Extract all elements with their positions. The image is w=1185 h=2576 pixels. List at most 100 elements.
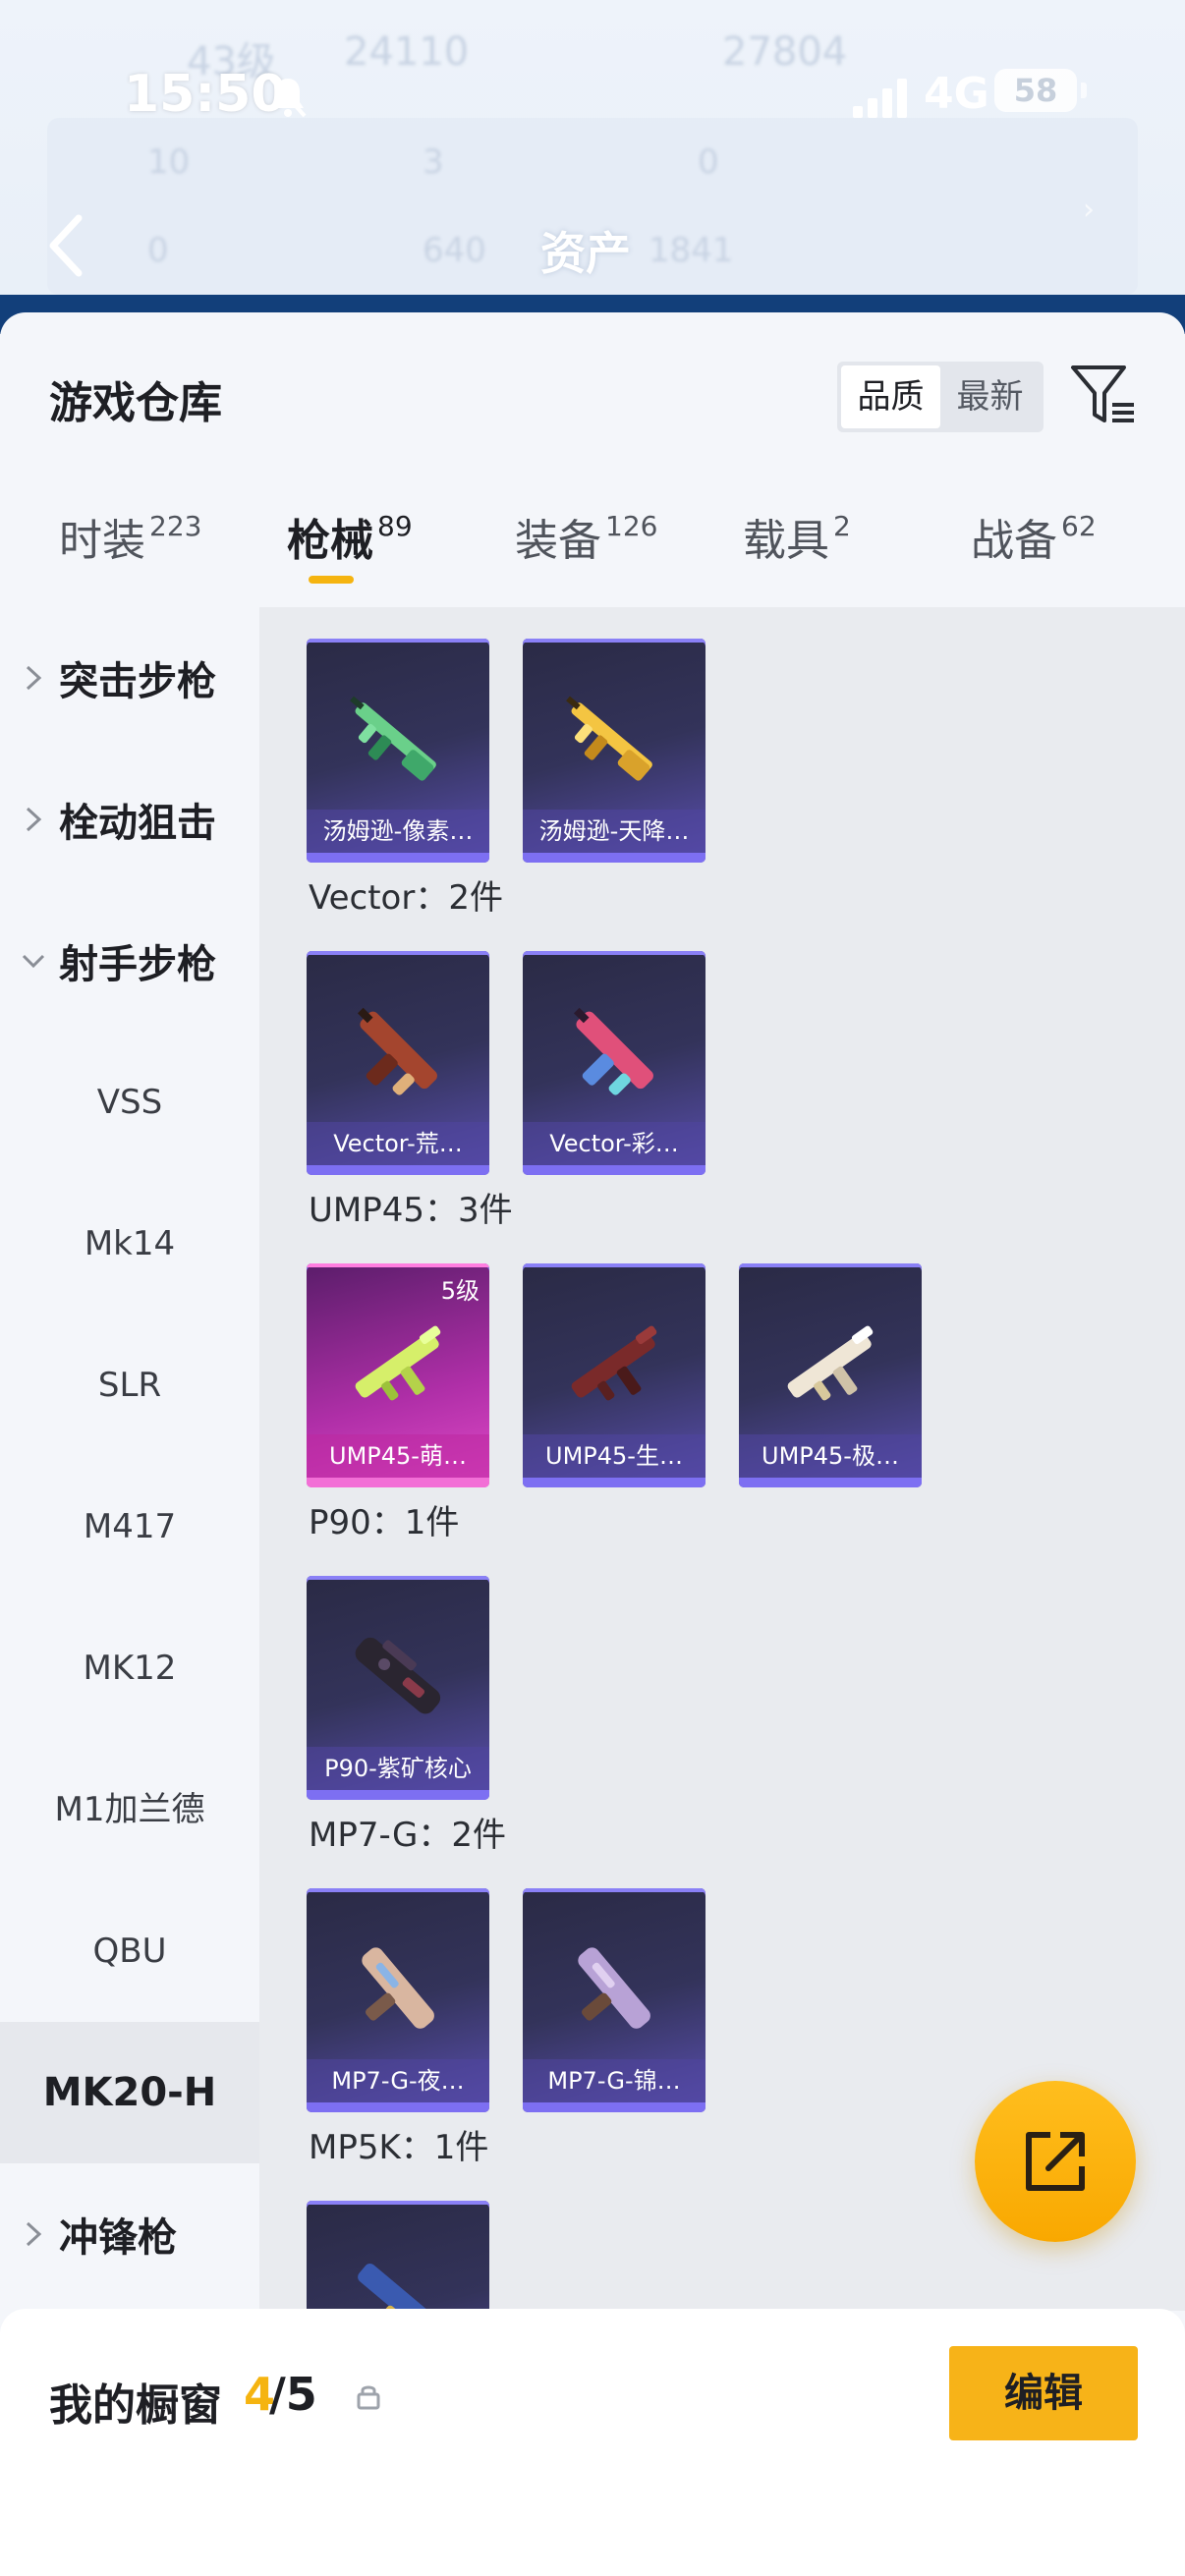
lock-icon [357,2385,380,2410]
mute-bell-icon [269,77,307,118]
ghost-stat-3: 0 [698,142,719,182]
card-label: UMP45-极… [739,1434,922,1478]
vector-gun-icon [573,1007,653,1095]
page-title: 资产 [540,227,631,280]
subcategory-m417[interactable]: M417 [0,1456,259,1597]
tab-label: 战备 [971,516,1057,566]
card-edge [523,951,705,955]
tab-count: 223 [149,510,202,542]
category-bolt-sniper[interactable]: 栓动狙击 [0,749,259,890]
mp7-gun-icon [362,1947,434,2029]
status-time: 15:50 [124,65,287,124]
weapon-card[interactable]: UMP45-生… [523,1263,705,1487]
category-label: 冲锋枪 [59,2215,177,2261]
subcategory-qbu[interactable]: QBU [0,1880,259,2022]
tab-gear[interactable]: 战备 62 [971,505,1097,603]
battery-tip [1081,83,1087,98]
warehouse-sheet: 游戏仓库 品质 最新 时装 223 枪械 89 装备 126 载具 2 战备 62 [0,312,1185,2576]
card-edge [523,639,705,643]
subcategory-mk14[interactable]: Mk14 [0,1173,259,1315]
category-marksman-rifle[interactable]: 射手步枪 [0,890,259,1032]
weapon-card[interactable]: 汤姆逊-像素… [307,639,489,863]
tab-firearms[interactable]: 枪械 89 [287,505,413,603]
tab-count: 126 [605,510,658,542]
share-button[interactable] [975,2081,1136,2242]
group-title: UMP45：3件 [309,1191,513,1230]
sheet-title: 游戏仓库 [49,378,222,428]
category-assault-rifle[interactable]: 突击步枪 [0,607,259,749]
card-edge [739,1263,922,1267]
sort-quality-button[interactable]: 品质 [841,365,940,428]
category-label: 突击步枪 [59,659,216,704]
card-edge [523,1263,705,1267]
vector-gun-icon [357,1007,437,1095]
subcategory-mk12[interactable]: MK12 [0,1597,259,1739]
filter-icon[interactable] [1069,360,1138,428]
sort-newest-button[interactable]: 最新 [940,365,1040,428]
weapon-card[interactable] [307,2201,489,2311]
group-title: MP7-G：2件 [309,1816,506,1855]
category-label: 栓动狙击 [59,801,216,846]
weapon-card[interactable]: MP7-G-夜… [307,1888,489,2112]
showcase-bar: 我的橱窗 4 /5 编辑 [0,2309,1185,2576]
subcategory-mk20h[interactable]: MK20-H [0,2022,259,2163]
tab-count: 2 [833,510,851,542]
card-edge [307,639,489,643]
share-icon [1026,2132,1085,2191]
weapon-card[interactable]: 汤姆逊-天降… [523,639,705,863]
card-label: MP7-G-夜… [307,2059,489,2102]
card-level-badge: 5级 [440,1277,480,1305]
category-label: 射手步枪 [59,942,216,987]
weapon-card[interactable]: UMP45-极… [739,1263,922,1487]
card-label: UMP45-萌… [307,1434,489,1478]
group-title: MP5K：1件 [309,2128,489,2167]
ghost-stat-1: 10 [147,142,191,182]
category-smg[interactable]: 冲锋枪 [0,2163,259,2305]
tab-vehicles[interactable]: 载具 2 [743,505,851,603]
weapon-card[interactable]: MP7-G-锦… [523,1888,705,2112]
weapon-grid: 汤姆逊-像素… 汤姆逊-天降… Vector：2件 Vector-荒… Vect… [259,607,1185,2311]
tab-equipment[interactable]: 装备 126 [515,505,657,603]
battery-icon: 58 [994,69,1077,112]
card-edge [307,1263,489,1267]
weapon-card[interactable]: P90-紫矿核心 [307,1576,489,1800]
tab-count: 89 [377,510,413,542]
group-title: Vector：2件 [309,878,503,918]
tab-fashion[interactable]: 时装 223 [59,505,201,603]
category-tabs: 时装 223 枪械 89 装备 126 载具 2 战备 62 [0,505,1185,603]
subcategory-slr[interactable]: SLR [0,1315,259,1456]
card-label: MP7-G-锦… [523,2059,705,2102]
showcase-label: 我的橱窗 [49,2380,222,2431]
weapon-card[interactable]: Vector-荒… [307,951,489,1175]
back-arrow-icon[interactable] [39,206,98,285]
signal-icon [853,79,907,118]
tab-count: 62 [1061,510,1097,542]
card-label: Vector-荒… [307,1122,489,1165]
chevron-down-icon [22,954,45,969]
subcategory-m1-garand[interactable]: M1加兰德 [0,1739,259,1880]
chevron-right-icon [26,665,42,691]
card-label: 汤姆逊-天降… [523,810,705,853]
ghost-stat-6: 1841 [649,231,734,270]
tab-label: 枪械 [287,516,373,566]
group-title: P90：1件 [309,1503,460,1542]
ump45-gun-icon [571,1325,657,1401]
card-edge [523,1888,705,1892]
subcategory-vss[interactable]: VSS [0,1032,259,1173]
chevron-right-icon: › [1083,193,1095,227]
weapon-card[interactable]: 5级 UMP45-萌… [307,1263,489,1487]
weapon-category-list: 突击步枪 栓动狙击 射手步枪 VSS Mk14 SLR M417 MK12 M1… [0,607,259,2311]
tab-active-indicator [309,576,354,584]
p90-gun-icon [355,1637,441,1714]
card-edge [307,1888,489,1892]
card-label: P90-紫矿核心 [307,1747,489,1790]
ghost-stat-4: 0 [147,231,169,270]
ghost-stat-2: 3 [423,142,444,182]
weapon-card[interactable]: Vector-彩… [523,951,705,1175]
card-label: 汤姆逊-像素… [307,810,489,853]
tab-label: 时装 [59,516,145,566]
edit-button[interactable]: 编辑 [949,2346,1138,2440]
card-label: UMP45-生… [523,1434,705,1478]
card-label: Vector-彩… [523,1122,705,1165]
sort-toggle: 品质 最新 [837,362,1044,432]
